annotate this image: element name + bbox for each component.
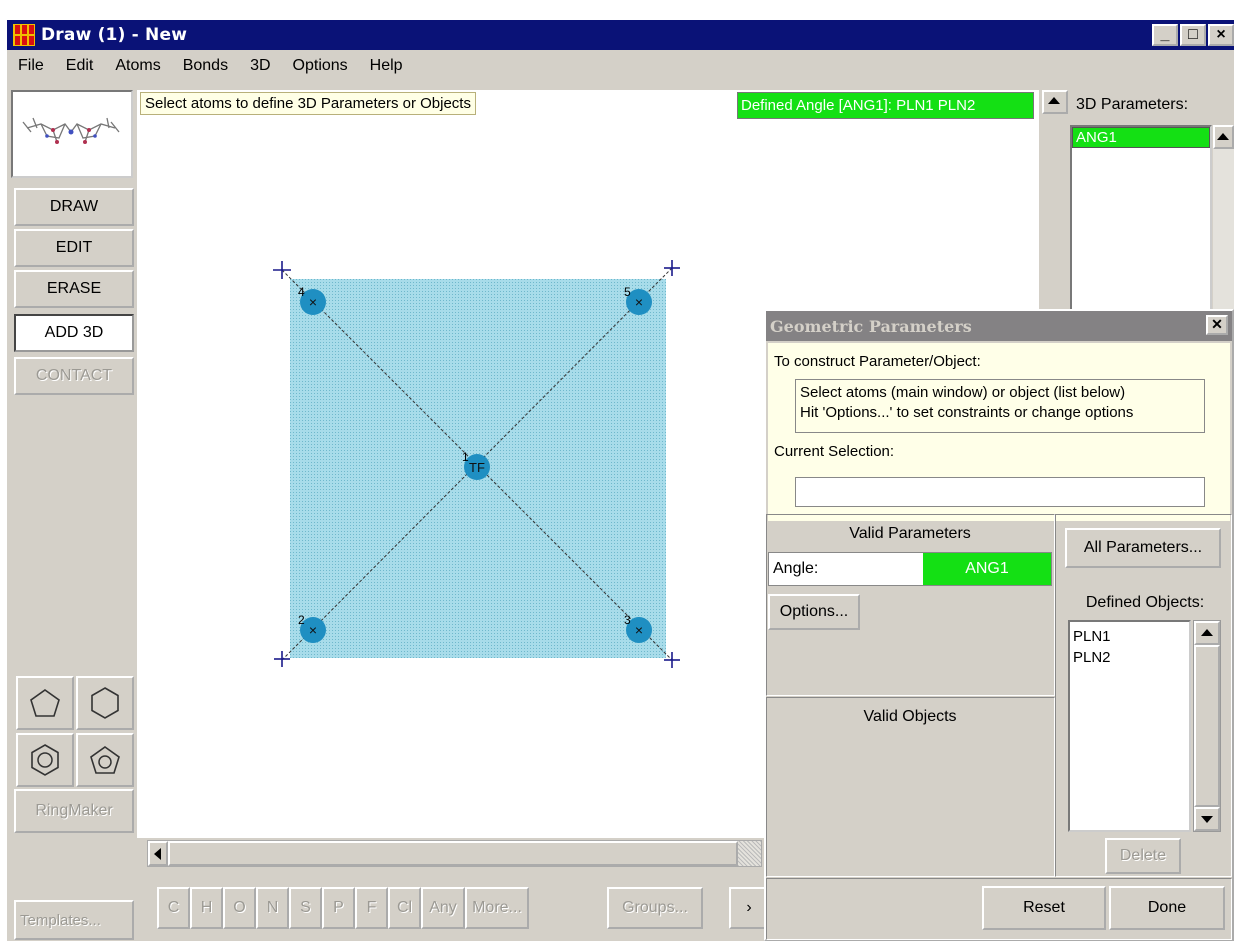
3d-parameters-label: 3D Parameters: [1076, 96, 1189, 113]
instruction-line-1: Select atoms (main window) or object (li… [800, 384, 1126, 401]
maximize-button[interactable]: □ [1180, 24, 1206, 46]
erase-mode-button[interactable]: ERASE [14, 270, 134, 308]
window-title: Draw (1) - New [41, 25, 188, 45]
current-selection-field[interactable] [795, 477, 1205, 507]
defined-objects-label: Defined Objects: [1085, 594, 1205, 611]
dialog-close-button[interactable]: ✕ [1206, 315, 1228, 335]
atom-element-label: × [635, 622, 643, 638]
parameters-scrollbar[interactable] [1213, 125, 1234, 325]
atom-number-label: 1 [462, 450, 469, 464]
object-item-pln1[interactable]: PLN1 [1073, 626, 1186, 647]
objects-scroll-down-button[interactable] [1194, 807, 1220, 831]
angle-parameter-row[interactable]: Angle: ANG1 [768, 552, 1052, 586]
all-parameters-button[interactable]: All Parameters... [1065, 528, 1221, 568]
atom-number-label: 2 [298, 613, 305, 627]
options-button[interactable]: Options... [768, 594, 860, 630]
objects-scroll-thumb[interactable] [1194, 645, 1220, 807]
objects-scroll-up-button[interactable] [1194, 621, 1220, 645]
atom-number-label: 3 [624, 613, 631, 627]
benzene-ring-button[interactable] [16, 733, 74, 787]
reset-button[interactable]: Reset [982, 886, 1106, 930]
instruction-line-2: Hit 'Options...' to set constraints or c… [800, 404, 1134, 421]
app-icon [13, 24, 35, 46]
ringmaker-button[interactable]: RingMaker [14, 789, 134, 833]
aromatic-pentagon-button[interactable] [76, 733, 134, 787]
valid-objects-label: Valid Objects [863, 708, 957, 725]
menu-file[interactable]: File [7, 57, 55, 75]
edit-mode-button[interactable]: EDIT [14, 229, 134, 267]
element-o-button[interactable]: O [223, 887, 256, 929]
element-p-button[interactable]: P [322, 887, 355, 929]
hexagon-icon [91, 687, 119, 719]
next-elements-button[interactable]: › [729, 887, 769, 929]
molecule-thumbnail[interactable] [11, 90, 133, 178]
menu-3d[interactable]: 3D [239, 57, 281, 75]
element-f-button[interactable]: F [355, 887, 388, 929]
done-button[interactable]: Done [1109, 886, 1225, 930]
instructions-panel: To construct Parameter/Object: Select at… [768, 343, 1230, 521]
dialog-title-bar: Geometric Parameters ✕ [766, 311, 1232, 341]
parameter-item-ang1[interactable]: ANG1 [1072, 127, 1210, 148]
menu-help[interactable]: Help [359, 57, 414, 75]
element-n-button[interactable]: N [256, 887, 289, 929]
valid-parameters-label: Valid Parameters [849, 525, 971, 542]
aromatic-hexagon-icon [31, 744, 59, 776]
canvas-scroll-up-button[interactable] [1042, 90, 1068, 114]
element-any-button[interactable]: Any [421, 887, 465, 929]
hexagon-ring-button[interactable] [76, 676, 134, 730]
add-3d-mode-button[interactable]: ADD 3D [14, 314, 134, 352]
minimize-button[interactable]: _ [1152, 24, 1178, 46]
element-c-button[interactable]: C [157, 887, 190, 929]
element-h-button[interactable]: H [190, 887, 223, 929]
dialog-title: Geometric Parameters [770, 316, 972, 336]
element-s-button[interactable]: S [289, 887, 322, 929]
element-more-button[interactable]: More... [465, 887, 529, 929]
atom-element-label: × [309, 294, 317, 310]
current-selection-label: Current Selection: [774, 443, 895, 460]
element-cl-button[interactable]: Cl [388, 887, 421, 929]
menu-edit[interactable]: Edit [55, 57, 105, 75]
groups-button[interactable]: Groups... [607, 887, 703, 929]
menu-bonds[interactable]: Bonds [172, 57, 239, 75]
menu-bar: File Edit Atoms Bonds 3D Options Help [7, 50, 1234, 82]
delete-button[interactable]: Delete [1105, 838, 1181, 874]
3d-parameters-list[interactable]: ANG1 [1070, 125, 1212, 325]
objects-scrollbar[interactable] [1193, 620, 1221, 832]
construct-label: To construct Parameter/Object: [774, 353, 981, 370]
atom-element-label: × [635, 294, 643, 310]
draw-mode-button[interactable]: DRAW [14, 188, 134, 226]
defined-objects-list[interactable]: PLN1 PLN2 [1068, 620, 1191, 832]
close-button[interactable]: × [1208, 24, 1234, 46]
canvas-horizontal-scrollbar[interactable] [147, 840, 762, 867]
contact-mode-button[interactable]: CONTACT [14, 357, 134, 395]
title-bar: Draw (1) - New _ □ × [7, 20, 1234, 50]
canvas-hint: Select atoms to define 3D Parameters or … [140, 92, 476, 115]
scroll-track[interactable] [738, 841, 761, 866]
atom-number-label: 5 [624, 285, 631, 299]
atom-number-label: 4 [298, 285, 305, 299]
menu-atoms[interactable]: Atoms [104, 57, 171, 75]
instructions-box: Select atoms (main window) or object (li… [795, 379, 1205, 433]
defined-angle-label: Defined Angle [ANG1]: PLN1 PLN2 [737, 92, 1034, 119]
atom-element-label: × [309, 622, 317, 638]
templates-button[interactable]: Templates... [14, 900, 134, 940]
menu-options[interactable]: Options [282, 57, 359, 75]
pentagon-icon [30, 689, 60, 717]
scroll-thumb[interactable] [168, 841, 738, 866]
scroll-left-button[interactable] [148, 841, 168, 866]
angle-key: Angle: [769, 553, 923, 585]
atom-element-label: TF [469, 460, 485, 475]
parameters-scroll-up-button[interactable] [1213, 125, 1234, 149]
object-item-pln2[interactable]: PLN2 [1073, 647, 1186, 668]
pentagon-ring-button[interactable] [16, 676, 74, 730]
aromatic-pentagon-icon [90, 746, 120, 774]
angle-value: ANG1 [923, 553, 1051, 585]
